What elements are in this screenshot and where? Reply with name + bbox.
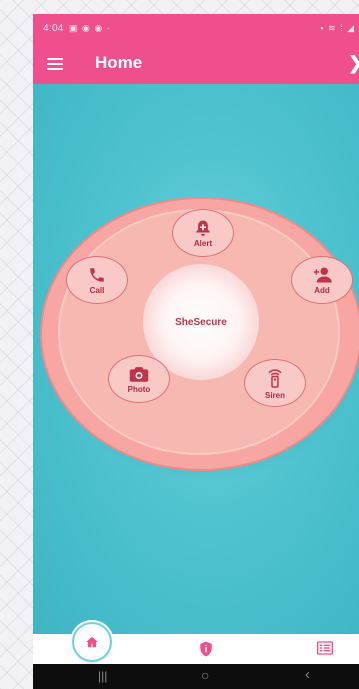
add-contact-button[interactable]: Add bbox=[291, 256, 353, 304]
bottom-nav bbox=[33, 620, 359, 664]
status-time: 4:04 bbox=[43, 23, 64, 34]
status-bar: 4:04 ▣ ◉ ◉ · ▪ ≋ ⁞ ◢ bbox=[33, 14, 359, 42]
siren-button[interactable]: Siren bbox=[244, 359, 306, 407]
siren-remote-icon bbox=[268, 368, 282, 388]
bell-plus-icon bbox=[196, 220, 210, 236]
add-label: Add bbox=[314, 285, 330, 295]
action-wheel: SheSecure Alert Add Call Photo Siren bbox=[40, 197, 359, 471]
system-back-button[interactable]: ‹ bbox=[305, 666, 310, 683]
recent-apps-button[interactable]: ||| bbox=[98, 669, 107, 683]
home-icon bbox=[86, 636, 98, 648]
center-label: SheSecure bbox=[175, 316, 227, 328]
nav-home-button[interactable] bbox=[74, 624, 110, 660]
nav-list-button[interactable] bbox=[317, 641, 333, 660]
camera-icon bbox=[129, 366, 149, 382]
siren-label: Siren bbox=[264, 390, 285, 400]
photo-label: Photo bbox=[127, 384, 151, 394]
phone-screen: 4:04 ▣ ◉ ◉ · ▪ ≋ ⁞ ◢ Home ❯ SheSecure A bbox=[33, 14, 359, 689]
photo-button[interactable]: Photo bbox=[108, 355, 170, 403]
alert-button[interactable]: Alert bbox=[172, 209, 234, 257]
system-home-button[interactable]: ○ bbox=[201, 667, 209, 683]
app-bar: Home ❯ bbox=[33, 42, 359, 84]
add-person-icon bbox=[313, 267, 332, 282]
list-icon bbox=[317, 641, 333, 655]
info-shield-icon bbox=[200, 641, 212, 657]
phone-icon bbox=[90, 267, 104, 282]
status-system-icons: ▪ ≋ ⁞ ◢ bbox=[320, 23, 355, 33]
hamburger-menu-icon[interactable] bbox=[47, 55, 63, 71]
share-icon[interactable]: ❯ bbox=[348, 53, 359, 74]
status-notification-icons: ▣ ◉ ◉ · bbox=[69, 23, 111, 33]
main-content: SheSecure Alert Add Call Photo Siren bbox=[33, 84, 359, 634]
page-title: Home bbox=[95, 53, 143, 72]
system-navigation-bar: ||| ○ ‹ bbox=[33, 664, 359, 689]
alert-label: Alert bbox=[193, 238, 213, 248]
nav-info-button[interactable] bbox=[199, 641, 213, 662]
call-button[interactable]: Call bbox=[66, 256, 128, 304]
call-label: Call bbox=[89, 285, 105, 295]
